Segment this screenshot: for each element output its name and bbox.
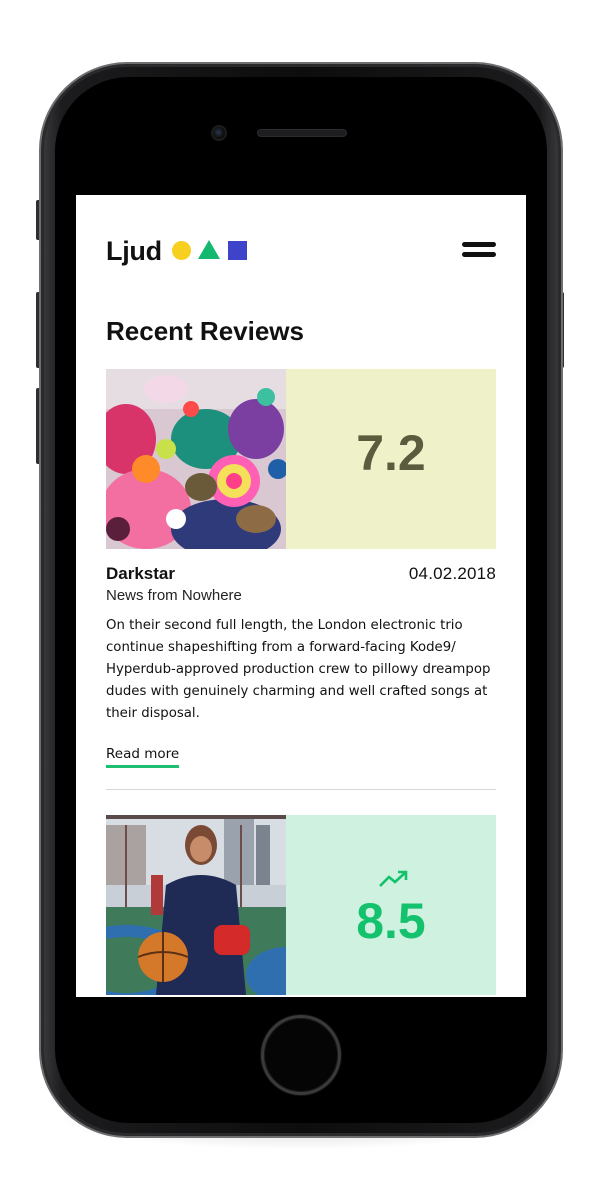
score-panel: 7.2 — [286, 369, 496, 549]
section-title: Recent Reviews — [106, 316, 304, 346]
logo-triangle-shape — [198, 240, 220, 259]
read-more-link[interactable]: Read more — [106, 744, 180, 768]
review-meta: Darkstar 04.02.2018 News from Nowhere — [106, 563, 496, 611]
review-hero: 8.5 — [106, 815, 496, 995]
album-title[interactable]: News from Nowhere — [106, 586, 242, 606]
score-panel: 8.5 — [286, 815, 496, 995]
brand-logo-text[interactable]: Ljud — [106, 235, 162, 267]
menu-line — [462, 252, 496, 257]
review-score: 8.5 — [356, 893, 426, 949]
app-header: Ljud — [106, 235, 496, 267]
album-cover-art — [106, 369, 286, 549]
review-excerpt: On their second full length, the London … — [106, 618, 491, 721]
front-camera — [211, 125, 227, 141]
album-cover-photo — [106, 815, 286, 995]
album-cover-image[interactable] — [106, 815, 286, 995]
logo-square-shape — [228, 241, 247, 260]
home-button[interactable] — [261, 1015, 341, 1095]
earpiece-speaker — [257, 129, 347, 137]
review-card: 8.5 — [106, 815, 496, 995]
review-card: 7.2 Darkstar 04.02.2018 News from Nowher… — [106, 369, 496, 768]
app-screen: Ljud Recent Reviews 7.2 Darkstar 04.02.2… — [76, 195, 526, 997]
review-score: 7.2 — [356, 425, 426, 481]
artist-name[interactable]: Darkstar — [106, 563, 175, 585]
album-cover-image[interactable] — [106, 369, 286, 549]
menu-line — [462, 242, 496, 247]
review-date: 04.02.2018 — [408, 564, 496, 583]
logo-circle-shape — [172, 241, 191, 260]
review-hero: 7.2 — [106, 369, 496, 549]
hamburger-icon[interactable] — [462, 241, 496, 261]
trending-up-icon — [379, 870, 408, 887]
review-divider — [106, 789, 496, 790]
